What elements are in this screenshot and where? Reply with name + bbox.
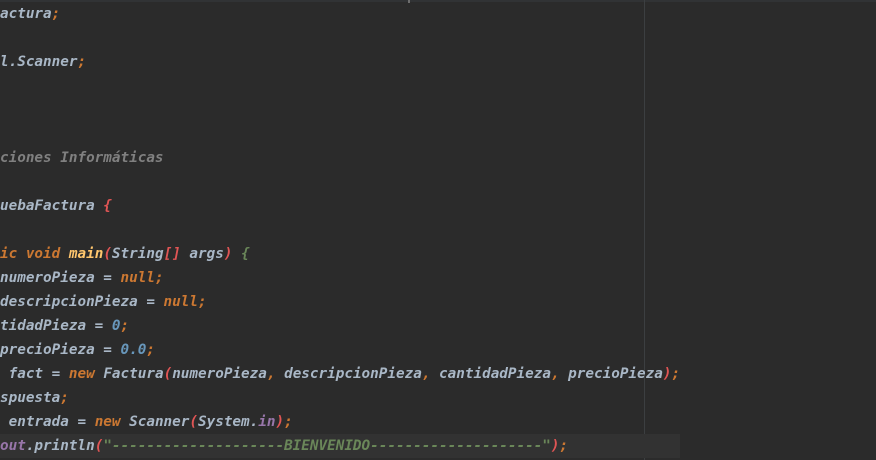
code-token: in [258, 414, 276, 430]
code-token: args [180, 246, 224, 262]
code-token: l.Scanner [0, 54, 78, 70]
code-token: { [241, 246, 250, 262]
code-token: System. [198, 414, 259, 430]
code-token: 0.0 [120, 342, 147, 358]
code-token: new [68, 366, 104, 382]
code-line[interactable] [0, 98, 680, 122]
code-line[interactable]: numeroPieza = null; [0, 266, 680, 290]
code-token: cantidadPieza [439, 366, 551, 382]
code-line[interactable]: tidadPieza = 0; [0, 314, 680, 338]
code-token: numeroPieza = [0, 270, 121, 286]
code-line[interactable] [0, 26, 680, 50]
code-token: ; [60, 390, 69, 406]
code-token: ( [189, 414, 198, 430]
code-token: ; [154, 270, 164, 286]
code-line[interactable]: ciones Informáticas [0, 146, 680, 170]
code-token: null [163, 294, 198, 310]
code-token: ; [77, 54, 87, 70]
code-token: entrada = [0, 414, 95, 430]
code-token: ; [51, 6, 61, 22]
code-token: null [120, 270, 155, 286]
code-line[interactable]: actura; [0, 2, 680, 26]
code-token: Scanner [129, 414, 190, 430]
code-token: "--------------------BIENVENIDO---------… [103, 438, 551, 454]
code-token: actura [0, 6, 52, 22]
code-token: { [103, 198, 112, 214]
code-line[interactable]: entrada = new Scanner(System.in); [0, 410, 680, 434]
code-line[interactable]: precioPieza = 0.0; [0, 338, 680, 362]
code-token: tidadPieza = [0, 318, 112, 334]
code-token: , [266, 366, 285, 382]
code-token: spuesta [0, 390, 61, 406]
code-line[interactable] [0, 122, 680, 146]
code-token: ; [197, 294, 207, 310]
code-token: precioPieza = [0, 342, 121, 358]
code-token: fact = [0, 366, 69, 382]
code-token: numeroPieza [172, 366, 267, 382]
code-token: uebaFactura [0, 198, 104, 214]
code-line[interactable]: descripcionPieza = null; [0, 290, 680, 314]
code-token: out [0, 438, 26, 454]
code-token: 0 [111, 318, 121, 334]
code-line[interactable]: fact = new Factura(numeroPieza, descripc… [0, 362, 680, 386]
code-line[interactable]: ic void main(String[] args) { [0, 242, 680, 266]
code-token: descripcionPieza = [0, 294, 164, 310]
code-editor[interactable]: actura; l.Scanner; ciones Informáticas u… [0, 0, 876, 460]
code-token: , [421, 366, 440, 382]
code-token: precioPieza [568, 366, 663, 382]
code-line[interactable]: l.Scanner; [0, 50, 680, 74]
code-token: .println [25, 438, 95, 454]
code-token: ; [120, 318, 130, 334]
code-token: descripcionPieza [284, 366, 422, 382]
code-line[interactable]: spuesta; [0, 386, 680, 410]
code-token: String [111, 246, 164, 262]
code-token: ic void [0, 246, 69, 262]
code-area[interactable]: actura; l.Scanner; ciones Informáticas u… [0, 2, 681, 458]
code-token: ; [671, 366, 681, 382]
code-token: ; [146, 342, 155, 358]
code-line[interactable] [0, 74, 680, 98]
code-token: ; [559, 438, 569, 454]
code-token: ) [550, 438, 560, 454]
code-token: Factura [103, 366, 164, 382]
code-token: ; [284, 414, 293, 430]
code-token: ciones Informáticas [0, 150, 164, 166]
code-line-current[interactable]: out.println("--------------------BIENVEN… [0, 434, 681, 458]
code-line[interactable] [0, 218, 680, 242]
code-token: new [94, 414, 130, 430]
code-token: main [68, 246, 104, 262]
code-token: ( [163, 366, 173, 382]
code-token: [] [163, 246, 181, 262]
code-line[interactable]: uebaFactura { [0, 194, 680, 218]
code-token: ( [103, 246, 112, 262]
code-token: , [550, 366, 569, 382]
code-token: ) [275, 414, 285, 430]
code-line[interactable] [0, 170, 680, 194]
